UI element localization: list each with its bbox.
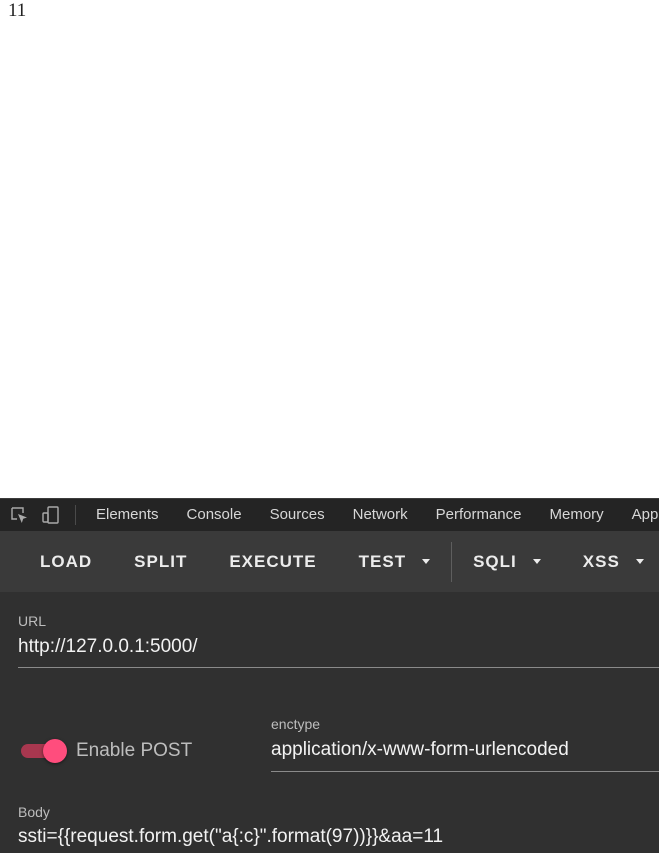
test-menu-label: TEST: [358, 551, 407, 571]
enctype-underline: [271, 771, 659, 772]
tab-memory[interactable]: Memory: [536, 499, 618, 531]
chevron-down-icon: [532, 559, 541, 564]
enable-post-toggle[interactable]: [21, 739, 69, 763]
test-menu-button[interactable]: TEST: [338, 531, 451, 592]
body-label: Body: [18, 804, 50, 820]
split-button[interactable]: SPLIT: [113, 531, 208, 592]
tab-sources[interactable]: Sources: [256, 499, 339, 531]
url-input-underline: [18, 667, 659, 668]
device-toggle-icon[interactable]: [35, 499, 67, 531]
inspect-element-icon[interactable]: [3, 499, 35, 531]
enable-post-label: Enable POST: [76, 740, 193, 761]
execute-button[interactable]: EXECUTE: [208, 531, 337, 592]
sqli-menu-label: SQLI: [473, 551, 517, 571]
hackbar-form: URL http://127.0.0.1:5000/ Enable POST e…: [0, 592, 659, 853]
tab-performance[interactable]: Performance: [422, 499, 536, 531]
devtools-tab-bar: Elements Console Sources Network Perform…: [0, 498, 659, 531]
enctype-select[interactable]: application/x-www-form-urlencoded: [271, 739, 569, 761]
hackbar-toolbar: LOAD SPLIT EXECUTE TEST SQLI XSS: [0, 531, 659, 592]
load-button[interactable]: LOAD: [0, 531, 113, 592]
sqli-menu-button[interactable]: SQLI: [452, 531, 562, 592]
chevron-down-icon: [635, 559, 644, 564]
xss-menu-button[interactable]: XSS: [562, 531, 659, 592]
url-input[interactable]: http://127.0.0.1:5000/: [18, 636, 198, 658]
chevron-down-icon: [422, 559, 431, 564]
enctype-label: enctype: [271, 716, 321, 732]
page-output-text: 11: [8, 0, 27, 21]
tab-network[interactable]: Network: [339, 499, 422, 531]
xss-menu-label: XSS: [582, 551, 620, 571]
tab-elements[interactable]: Elements: [82, 499, 173, 531]
tab-console[interactable]: Console: [173, 499, 256, 531]
toggle-thumb: [43, 739, 67, 763]
tab-application[interactable]: Application: [618, 499, 659, 531]
tabs-separator: [75, 505, 76, 525]
body-textarea[interactable]: ssti={{request.form.get("a{:c}".format(9…: [18, 826, 443, 848]
url-label: URL: [18, 613, 47, 629]
